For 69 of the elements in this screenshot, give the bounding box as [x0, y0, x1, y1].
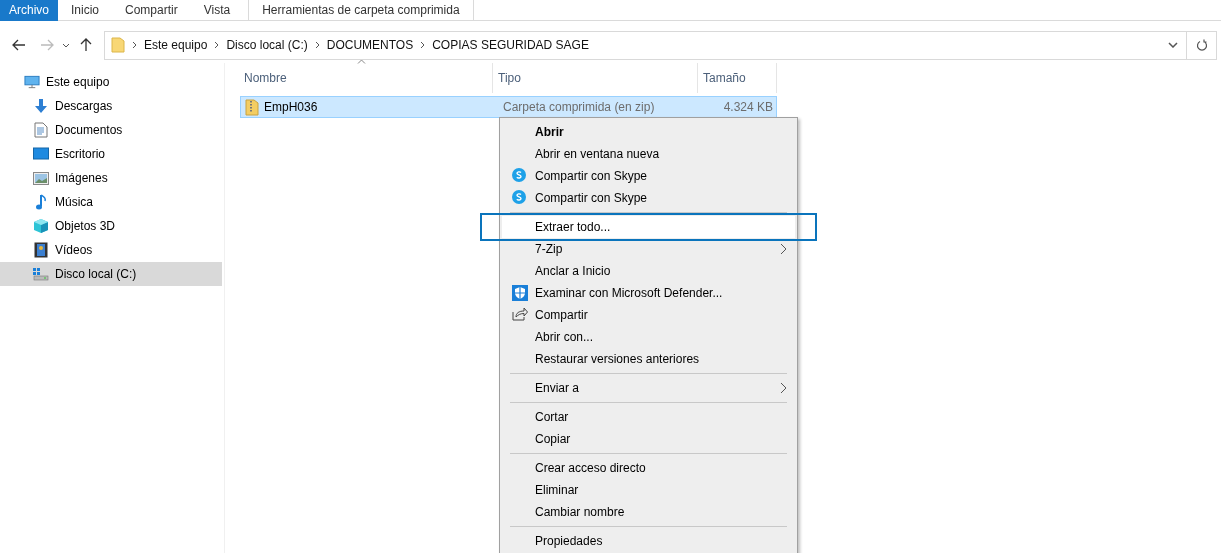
document-icon [33, 122, 49, 138]
picture-frame-icon [33, 171, 49, 185]
menu-item[interactable]: Eliminar [502, 479, 795, 501]
chevron-right-icon [214, 41, 220, 49]
ribbon-tab[interactable]: Archivo [0, 0, 58, 21]
menu-item[interactable]: Abrir con... [502, 326, 795, 348]
drive-icon [33, 267, 49, 281]
nav-item[interactable]: Objetos 3D [0, 214, 222, 238]
menu-item[interactable]: Enviar a [502, 377, 795, 399]
desktop-icon [33, 147, 49, 161]
nav-item[interactable]: Disco local (C:) [0, 262, 222, 286]
nav-item[interactable]: Descargas [0, 94, 222, 118]
menu-item[interactable]: Cambiar nombre [502, 501, 795, 523]
refresh-button[interactable] [1187, 30, 1217, 60]
skype-icon [512, 168, 526, 182]
menu-item[interactable]: Extraer todo... [502, 216, 795, 238]
cube-icon [33, 218, 49, 234]
nav-item[interactable]: Música [0, 190, 222, 214]
skype-icon [512, 190, 526, 204]
shield-icon [512, 285, 528, 301]
nav-item[interactable]: Escritorio [0, 142, 222, 166]
chevron-down-icon[interactable] [62, 42, 70, 48]
menu-item[interactable]: Compartir con Skype [502, 187, 795, 209]
file-size: 4.324 KB [722, 99, 773, 116]
ribbon-tab[interactable]: Vista [190, 0, 244, 21]
menu-item[interactable]: Abrir [502, 121, 795, 143]
refresh-icon [1195, 39, 1208, 51]
ribbon-tab[interactable]: Inicio [58, 0, 113, 21]
breadcrumb-item[interactable]: DOCUMENTOS [326, 36, 414, 54]
chevron-down-icon[interactable] [1168, 42, 1178, 48]
nav-item[interactable]: Documentos [0, 118, 222, 142]
menu-item[interactable]: Examinar con Microsoft Defender... [502, 282, 795, 304]
zip-folder-icon [245, 98, 259, 116]
up-arrow-icon[interactable] [80, 38, 92, 52]
chevron-right-icon [132, 41, 137, 49]
breadcrumb-item[interactable]: Este equipo [144, 36, 208, 54]
column-header[interactable]: Tamaño [698, 63, 777, 93]
file-name: EmpH036 [264, 99, 319, 116]
menu-item[interactable]: Abrir en ventana nueva [502, 143, 795, 165]
download-arrow-icon [33, 98, 49, 114]
back-icon[interactable] [12, 39, 26, 51]
file-row[interactable]: EmpH036 Carpeta comprimida (en zip) 4.324 KB [240, 96, 777, 118]
nav-item[interactable]: Este equipo [0, 70, 222, 94]
share-icon [512, 307, 528, 321]
address-bar[interactable]: Este equipo Disco local (C:) DOCUMENTOS COPIAS SEGURIDAD SAGE [104, 30, 1187, 60]
menu-item[interactable]: 7-Zip [502, 238, 795, 260]
menu-item[interactable]: Crear acceso directo [502, 457, 795, 479]
menu-item[interactable]: Copiar [502, 428, 795, 450]
column-header[interactable]: Tipo [493, 63, 698, 93]
menu-item[interactable]: Anclar a Inicio [502, 260, 795, 282]
menu-item[interactable]: Cortar [502, 406, 795, 428]
menu-item[interactable]: Restaurar versiones anteriores [502, 348, 795, 370]
nav-item[interactable]: Vídeos [0, 238, 222, 262]
music-note-icon [33, 193, 49, 211]
column-header[interactable]: Nombre [239, 63, 493, 93]
film-icon [33, 242, 49, 258]
ribbon-tab[interactable]: Herramientas de carpeta comprimida [248, 0, 474, 21]
menu-item[interactable]: Propiedades [502, 530, 795, 552]
computer-icon [24, 75, 40, 89]
menu-item[interactable]: Compartir con Skype [502, 165, 795, 187]
ribbon-tab[interactable]: Compartir [112, 0, 191, 21]
file-type: Carpeta comprimida (en zip) [503, 99, 656, 116]
folder-icon [111, 37, 125, 53]
menu-item[interactable]: Compartir [502, 304, 795, 326]
breadcrumb-item[interactable]: Disco local (C:) [226, 36, 308, 54]
nav-item[interactable]: Imágenes [0, 166, 222, 190]
breadcrumb-item[interactable]: COPIAS SEGURIDAD SAGE [432, 36, 589, 54]
chevron-right-icon [420, 41, 426, 49]
chevron-right-icon [314, 41, 320, 49]
